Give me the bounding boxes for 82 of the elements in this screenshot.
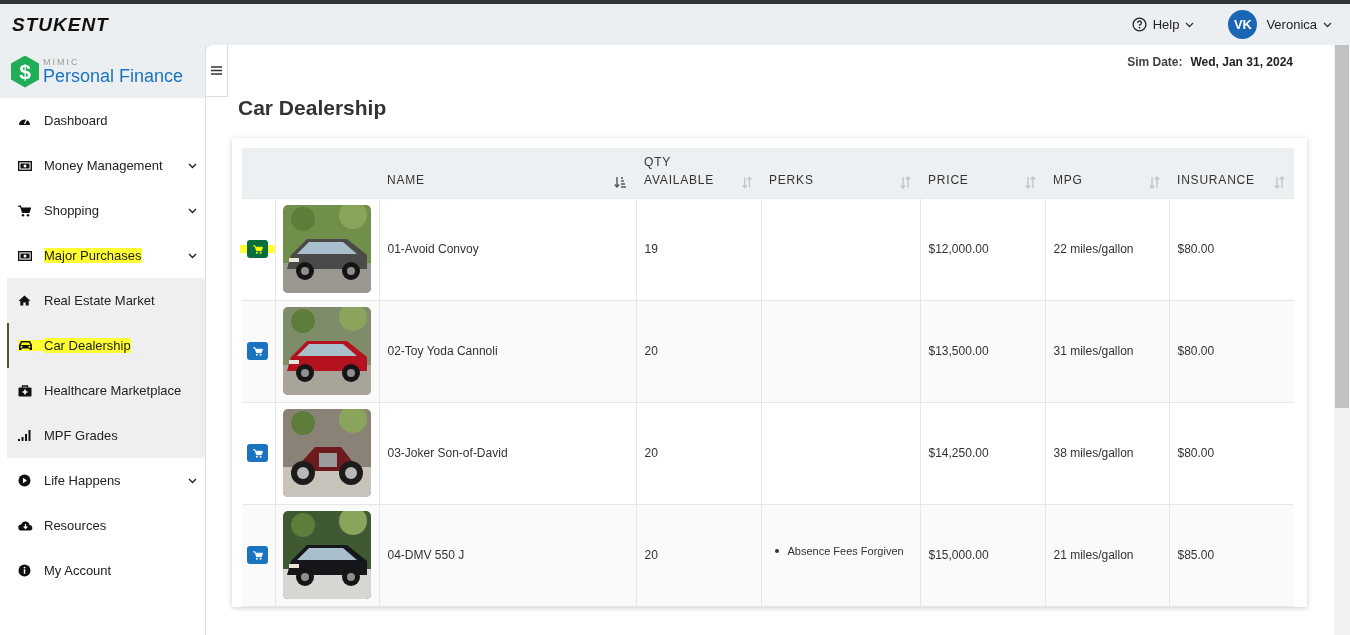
sort-icon	[899, 175, 912, 189]
sort-icon	[740, 175, 753, 189]
table-cell: 21 miles/gallon	[1045, 504, 1169, 606]
bullet-icon	[774, 548, 779, 553]
table-cell: 22 miles/gallon	[1045, 198, 1169, 300]
brand-logo[interactable]: STUKENT	[12, 13, 109, 36]
column-header[interactable]: NAME	[379, 148, 636, 198]
table-cell: $14,250.00	[920, 402, 1045, 504]
table-cell: 20	[636, 402, 761, 504]
add-to-cart-button[interactable]	[247, 444, 268, 462]
banknote-icon	[18, 160, 32, 171]
table-cell: $13,500.00	[920, 300, 1045, 402]
banknote-icon	[18, 250, 32, 261]
app-title: Personal Finance	[43, 67, 184, 85]
cart-icon	[252, 244, 263, 254]
chevron-icon	[188, 252, 197, 259]
sidebar-subitem[interactable]: Healthcare Marketplace	[7, 368, 205, 413]
help-icon	[1131, 17, 1147, 32]
menu-toggle[interactable]	[206, 45, 228, 97]
menu-icon	[211, 66, 222, 75]
table-cell: $80.00	[1169, 300, 1294, 402]
sidebar-item[interactable]: Resources	[0, 503, 205, 548]
chevron-icon	[188, 477, 197, 484]
sidebar-item[interactable]: My Account	[0, 548, 205, 593]
chevron-icon	[188, 162, 197, 169]
sidebar-item[interactable]: Shopping	[0, 188, 205, 233]
table-cell: $12,000.00	[920, 198, 1045, 300]
sort-ascending-icon	[614, 175, 628, 189]
cart-icon	[252, 346, 263, 356]
play-circle-icon	[18, 474, 31, 487]
table-cell: 20	[636, 300, 761, 402]
perk-item: Absence Fees Forgiven	[787, 544, 904, 557]
chevron-icon	[1185, 21, 1195, 28]
sim-date-label: Sim Date:	[1127, 55, 1183, 69]
medical-kit-icon	[18, 384, 32, 397]
table-cell: $80.00	[1169, 198, 1294, 300]
chevron-icon	[1323, 21, 1332, 28]
cart-icon	[252, 550, 263, 560]
sort-icon	[1148, 175, 1161, 189]
sort-icon	[1273, 175, 1286, 189]
scrollbar-thumb[interactable]	[1335, 45, 1349, 408]
cart-icon	[252, 448, 263, 458]
sidebar-item[interactable]: Life Happens	[0, 458, 205, 503]
house-icon	[18, 295, 31, 306]
table-cell: 20	[636, 504, 761, 606]
column-header[interactable]: INSURANCE	[1169, 148, 1294, 198]
table-cell: 04-DMV 550 J	[379, 504, 636, 606]
cloud-download-icon	[18, 520, 33, 531]
table-cell: $15,000.00	[920, 504, 1045, 606]
chevron-icon	[188, 207, 197, 214]
add-to-cart-button[interactable]	[247, 546, 268, 564]
sort-icon	[1024, 175, 1037, 189]
page-title: Car Dealership	[238, 96, 388, 120]
user-menu[interactable]: VK Veronica	[1222, 9, 1338, 40]
sidebar-subitem[interactable]: MPF Grades	[7, 413, 205, 458]
sidebar-item[interactable]: Dashboard	[0, 98, 205, 143]
car-icon	[18, 340, 33, 351]
dollar-logo: $	[11, 55, 39, 88]
table-cell: 01-Avoid Convoy	[379, 198, 636, 300]
help-menu[interactable]: Help	[1125, 16, 1201, 33]
scrollbar[interactable]	[1334, 45, 1350, 635]
column-header[interactable]: PERKS	[761, 148, 920, 198]
column-header[interactable]: PRICE	[920, 148, 1045, 198]
column-header[interactable]: MPG	[1045, 148, 1169, 198]
info-icon	[18, 564, 31, 577]
signal-bars-icon	[18, 430, 31, 441]
column-header[interactable]: QTY AVAILABLE	[636, 148, 761, 198]
sidebar-item[interactable]: Money Management	[0, 143, 205, 188]
cart-icon	[18, 204, 31, 217]
add-to-cart-button[interactable]	[247, 342, 268, 360]
table-cell: 02-Toy Yoda Cannoli	[379, 300, 636, 402]
table-cell: 19	[636, 198, 761, 300]
table-cell: 03-Joker Son-of-David	[379, 402, 636, 504]
table-cell: 38 miles/gallon	[1045, 402, 1169, 504]
sidebar-subitem[interactable]: Car Dealership	[7, 323, 205, 368]
app-overline: MIMIC	[43, 58, 81, 67]
sidebar-subitem[interactable]: Real Estate Market	[7, 278, 205, 323]
table-cell: 31 miles/gallon	[1045, 300, 1169, 402]
sim-date-value: Wed, Jan 31, 2024	[1190, 55, 1293, 69]
table-cell: $85.00	[1169, 504, 1294, 606]
user-avatar: VK	[1228, 10, 1258, 39]
sidebar-item[interactable]: Major Purchases	[0, 233, 205, 278]
